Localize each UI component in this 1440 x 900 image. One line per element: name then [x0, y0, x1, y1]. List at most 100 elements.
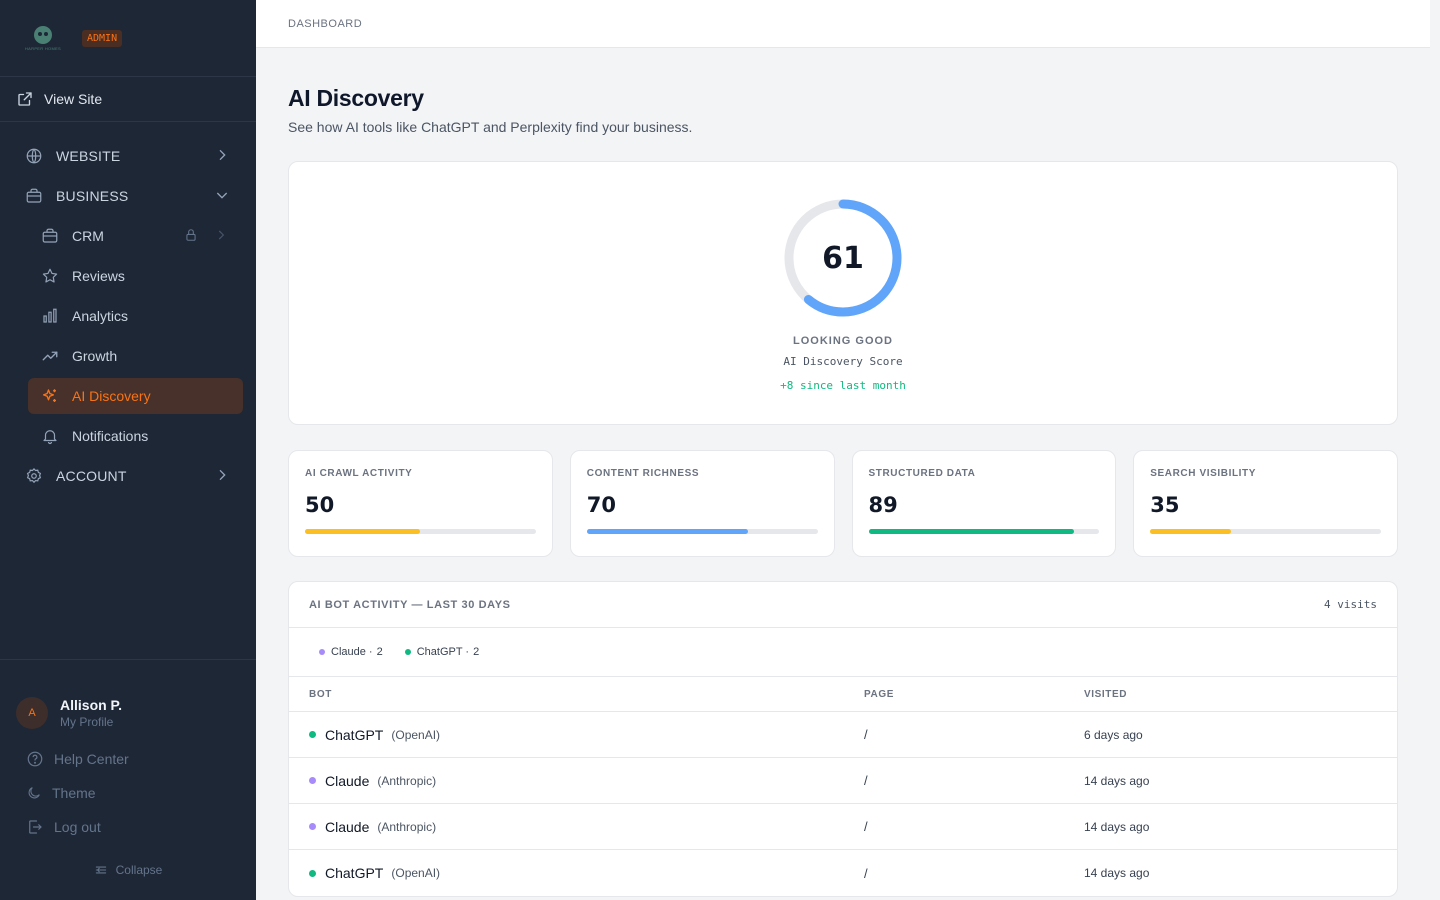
sidebar-item-website[interactable]: WEBSITE: [0, 136, 256, 176]
sidebar-item-crm[interactable]: CRM: [0, 216, 256, 256]
visit-count: 4 visits: [1324, 598, 1377, 611]
trending-up-icon: [40, 346, 60, 366]
metric-progress-track: [1150, 529, 1381, 534]
page-cell: /: [864, 819, 868, 834]
help-circle-icon: [27, 751, 43, 767]
sidebar-item-label: ACCOUNT: [56, 468, 127, 484]
visited-cell: 14 days ago: [1084, 773, 1150, 788]
sidebar-item-account[interactable]: ACCOUNT: [0, 456, 256, 496]
sidebar-item-label: Notifications: [72, 428, 149, 444]
sidebar-item-label: Analytics: [72, 308, 129, 324]
help-center-link[interactable]: Help Center: [0, 742, 256, 776]
main-content: DASHBOARD AI Discovery See how AI tools …: [256, 0, 1430, 900]
logout-link[interactable]: Log out: [0, 810, 256, 844]
user-name: Allison P.: [60, 697, 122, 713]
chevron-right-icon: [218, 230, 225, 240]
page-title: AI Discovery: [288, 85, 424, 111]
collapse-icon: [95, 866, 106, 874]
theme-toggle[interactable]: Theme: [0, 776, 256, 810]
logo-text: HARPER HOMES: [24, 45, 62, 51]
table-row[interactable]: Claude (Anthropic) / 14 days ago: [289, 758, 1397, 804]
briefcase-icon: [40, 226, 60, 246]
metric-value: 89: [868, 493, 898, 517]
legend-dot: [404, 649, 411, 655]
bot-cell: ChatGPT (OpenAI): [289, 727, 864, 743]
bot-cell: ChatGPT (OpenAI): [289, 865, 864, 881]
metric-progress-fill: [586, 529, 749, 534]
bot-dot: [309, 869, 316, 877]
metric-progress-track: [586, 529, 818, 534]
bot-vendor: (OpenAI): [391, 866, 441, 880]
metric-label: STRUCTURED DATA: [868, 468, 976, 479]
view-site-link[interactable]: View Site: [0, 77, 256, 122]
legend-item: Claude · 2: [319, 646, 383, 658]
logo-mark-icon: [34, 25, 52, 44]
collapse-button[interactable]: Collapse: [0, 850, 256, 890]
sidebar-item-ai-discovery[interactable]: AI Discovery: [28, 378, 243, 414]
user-profile[interactable]: A Allison P. My Profile: [0, 660, 256, 742]
gear-icon: [24, 466, 44, 486]
sidebar-item-label: Growth: [72, 348, 118, 364]
metric-label: AI CRAWL ACTIVITY: [305, 468, 413, 479]
breadcrumb-item[interactable]: DASHBOARD: [288, 18, 362, 30]
logout-icon: [29, 820, 42, 834]
metric-progress-fill: [1150, 529, 1231, 534]
sidebar-item-label: BUSINESS: [56, 188, 129, 204]
sidebar-footer: A Allison P. My Profile Help Center Them…: [0, 659, 256, 900]
page-body: AI Discovery See how AI tools like ChatG…: [256, 85, 1430, 897]
profile-link[interactable]: My Profile: [60, 715, 122, 729]
table-row[interactable]: ChatGPT (OpenAI) / 14 days ago: [289, 850, 1397, 896]
sidebar-nav: WEBSITE BUSINESS CRM Reviews Analytics G…: [0, 122, 256, 496]
bot-vendor: (OpenAI): [391, 727, 441, 742]
sidebar-item-notifications[interactable]: Notifications: [0, 416, 256, 456]
metric-value: 35: [1150, 493, 1180, 517]
page-cell: /: [864, 773, 868, 788]
help-center-label: Help Center: [54, 751, 129, 767]
sidebar-item-label: Reviews: [72, 268, 125, 284]
metric-card-crawl-activity: AI CRAWL ACTIVITY 50: [288, 450, 553, 557]
collapse-label: Collapse: [115, 863, 163, 877]
legend-count: 2: [376, 646, 383, 658]
sidebar-item-business[interactable]: BUSINESS: [0, 176, 256, 216]
bot-activity-title: AI BOT ACTIVITY — LAST 30 DAYS: [309, 598, 511, 611]
table-row[interactable]: ChatGPT (OpenAI) / 6 days ago: [289, 712, 1397, 758]
bot-vendor: (Anthropic): [377, 773, 437, 788]
score-card: 61 LOOKING GOOD AI Discovery Score +8 si…: [288, 161, 1398, 425]
table-header: BOT PAGE VISITED: [289, 677, 1397, 712]
bot-vendor: (Anthropic): [377, 819, 437, 834]
external-link-icon: [18, 92, 32, 106]
score-status: LOOKING GOOD: [793, 335, 893, 347]
column-header-page: PAGE: [864, 688, 894, 700]
sidebar-item-analytics[interactable]: Analytics: [0, 296, 256, 336]
bot-legend: Claude · 2 ChatGPT · 2: [289, 628, 1397, 677]
admin-badge: ADMIN: [82, 29, 123, 47]
bot-dot: [309, 823, 316, 830]
star-icon: [40, 266, 60, 286]
metric-progress-fill: [305, 529, 421, 534]
legend-count: 2: [473, 646, 480, 658]
table-row[interactable]: Claude (Anthropic) / 14 days ago: [289, 804, 1397, 850]
logo[interactable]: HARPER HOMES: [24, 23, 62, 53]
lock-icon: [186, 229, 196, 241]
legend-item: ChatGPT · 2: [404, 646, 480, 658]
sidebar: HARPER HOMES ADMIN View Site WEBSITE BUS…: [0, 0, 256, 900]
brand-header: HARPER HOMES ADMIN: [0, 0, 256, 77]
legend-dot: [319, 649, 325, 655]
visited-cell: 6 days ago: [1084, 727, 1143, 742]
metric-progress-track: [868, 529, 1100, 534]
theme-label: Theme: [52, 785, 96, 801]
metric-value: 50: [305, 493, 335, 517]
sidebar-item-reviews[interactable]: Reviews: [0, 256, 256, 296]
metric-label: CONTENT RICHNESS: [586, 468, 700, 479]
bell-icon: [40, 426, 60, 446]
sidebar-item-label: AI Discovery: [72, 388, 151, 404]
bot-name: Claude: [325, 818, 370, 835]
visited-cell: 14 days ago: [1084, 819, 1150, 834]
user-info: Allison P. My Profile: [60, 697, 122, 729]
bar-chart-icon: [40, 306, 60, 326]
bot-name: ChatGPT: [325, 865, 384, 881]
bot-name: Claude: [325, 772, 370, 789]
metric-card-search-visibility: SEARCH VISIBILITY 35: [1133, 450, 1398, 557]
sidebar-item-growth[interactable]: Growth: [0, 336, 256, 376]
sparkles-icon: [40, 386, 60, 406]
